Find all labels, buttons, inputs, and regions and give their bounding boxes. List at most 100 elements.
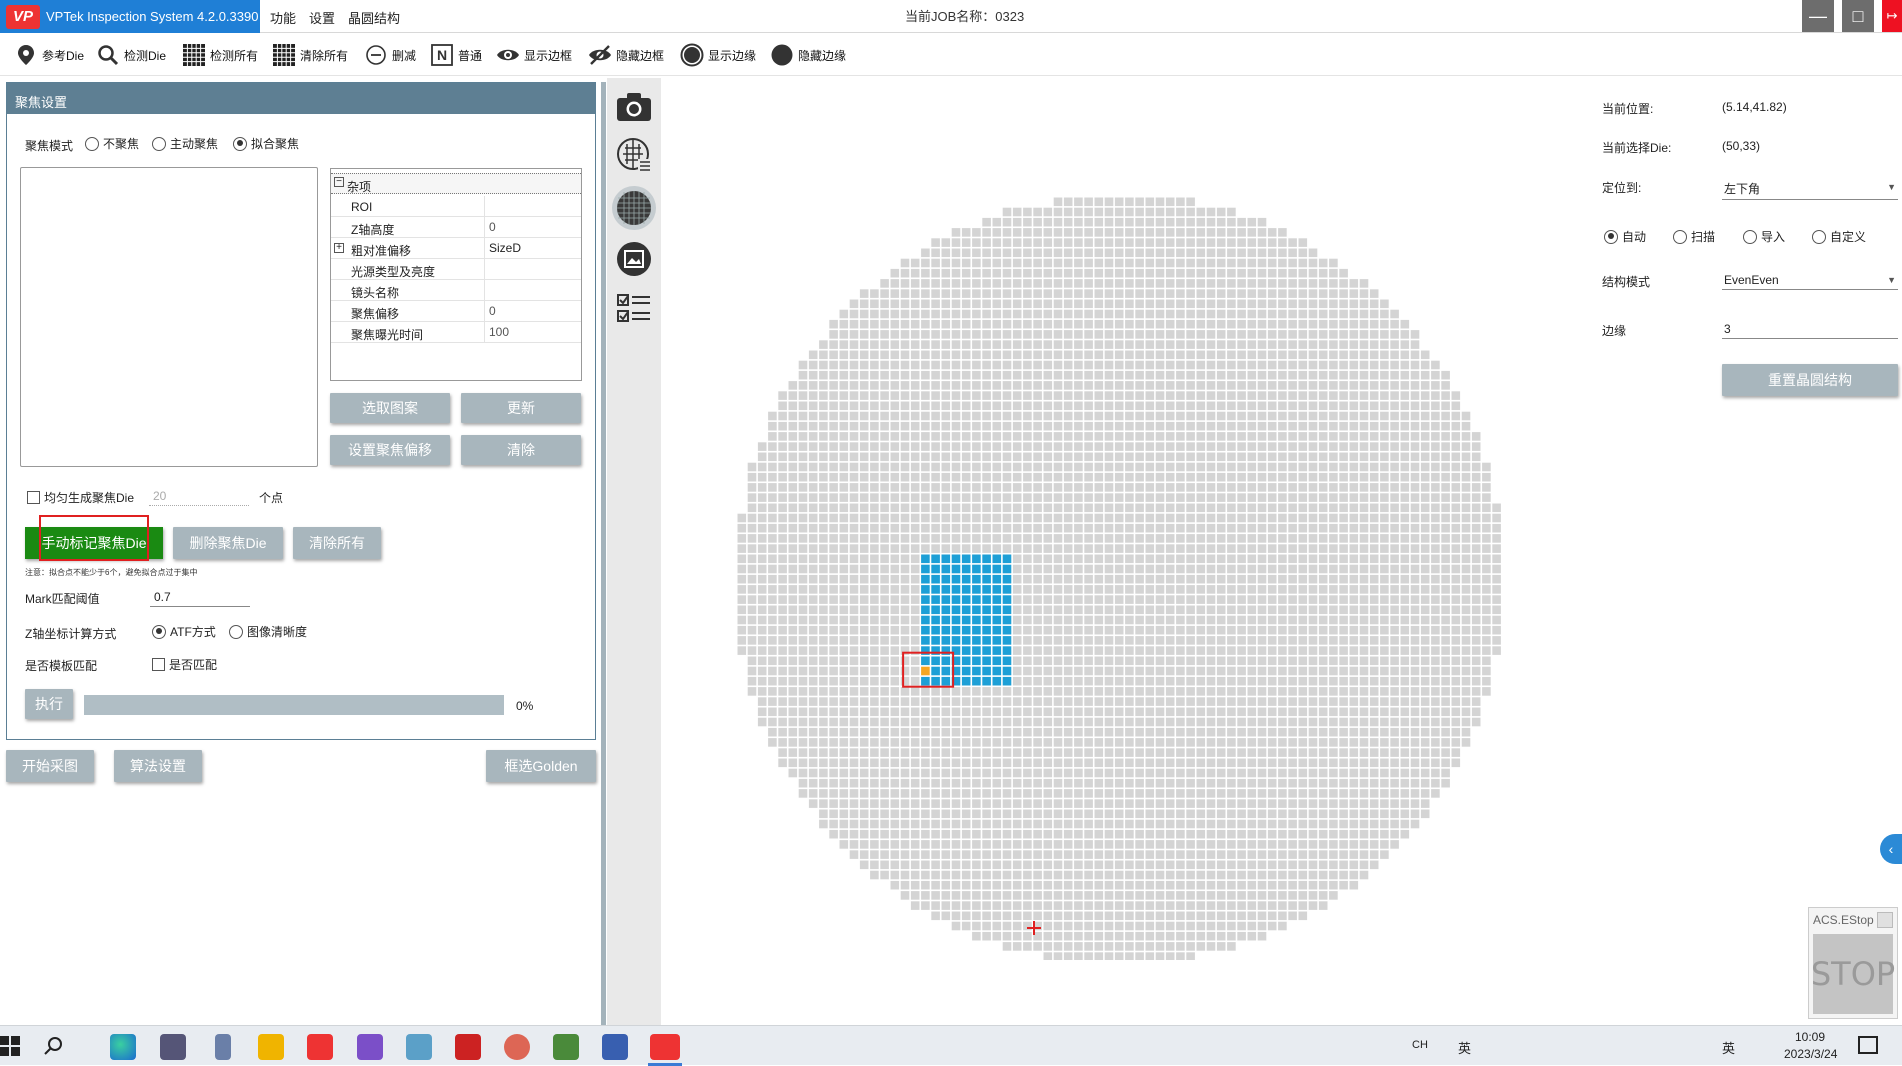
die[interactable] <box>951 819 961 829</box>
die[interactable] <box>910 860 920 870</box>
die[interactable] <box>849 381 859 390</box>
die[interactable] <box>870 370 879 380</box>
die[interactable] <box>778 574 787 584</box>
die[interactable] <box>1155 738 1165 747</box>
die[interactable] <box>880 809 889 819</box>
die[interactable] <box>1196 870 1206 880</box>
die[interactable] <box>1063 829 1073 839</box>
die[interactable] <box>931 238 940 247</box>
die[interactable] <box>1114 268 1124 278</box>
die[interactable] <box>1390 574 1399 584</box>
die[interactable] <box>1012 636 1022 645</box>
die[interactable] <box>931 799 940 808</box>
die[interactable] <box>1247 564 1257 574</box>
die[interactable] <box>1308 493 1318 502</box>
die[interactable] <box>870 564 879 574</box>
die[interactable] <box>808 666 818 676</box>
die[interactable] <box>1227 554 1236 564</box>
die[interactable] <box>1400 799 1410 808</box>
die[interactable] <box>1288 615 1297 625</box>
die[interactable] <box>870 697 879 706</box>
die[interactable] <box>768 738 777 747</box>
die[interactable] <box>1033 707 1042 717</box>
die[interactable] <box>839 350 849 360</box>
die[interactable] <box>1135 381 1144 390</box>
die[interactable] <box>829 799 838 808</box>
die[interactable] <box>829 789 838 798</box>
die[interactable] <box>1257 727 1267 737</box>
die[interactable] <box>972 493 981 502</box>
die[interactable] <box>870 585 879 594</box>
die[interactable] <box>1339 452 1348 462</box>
die[interactable] <box>1400 707 1410 717</box>
die[interactable] <box>1145 901 1155 910</box>
die[interactable] <box>921 901 930 910</box>
die[interactable] <box>1380 564 1389 574</box>
die[interactable] <box>1114 748 1124 757</box>
die[interactable] <box>1318 860 1328 870</box>
die[interactable] <box>982 279 991 288</box>
die[interactable] <box>808 615 818 625</box>
die[interactable] <box>1176 799 1185 808</box>
die[interactable] <box>1380 319 1389 329</box>
die[interactable] <box>982 768 991 778</box>
die[interactable] <box>1267 921 1277 931</box>
die[interactable] <box>982 707 991 717</box>
die[interactable] <box>1420 768 1430 778</box>
die[interactable] <box>941 421 951 431</box>
die[interactable] <box>829 585 838 594</box>
die[interactable] <box>1196 697 1206 706</box>
template-match-checkbox[interactable]: 是否匹配 <box>152 656 217 673</box>
die[interactable] <box>1196 636 1206 645</box>
die[interactable] <box>1125 299 1134 309</box>
die[interactable] <box>819 462 828 472</box>
die[interactable] <box>1002 268 1012 278</box>
die[interactable] <box>1288 248 1297 258</box>
die[interactable] <box>910 748 920 757</box>
die[interactable] <box>1063 391 1073 400</box>
die[interactable] <box>1267 799 1277 808</box>
die[interactable] <box>1012 319 1022 329</box>
die-focus[interactable] <box>931 656 940 666</box>
die[interactable] <box>921 789 930 798</box>
die[interactable] <box>1237 391 1246 400</box>
die[interactable] <box>1063 513 1073 523</box>
die[interactable] <box>900 585 910 594</box>
die[interactable] <box>1002 880 1012 890</box>
die[interactable] <box>921 891 930 900</box>
die[interactable] <box>921 850 930 859</box>
die[interactable] <box>1176 207 1185 217</box>
die[interactable] <box>1308 268 1318 278</box>
die[interactable] <box>951 268 961 278</box>
die[interactable] <box>1349 503 1359 513</box>
die[interactable] <box>1186 432 1195 441</box>
die[interactable] <box>1349 534 1359 543</box>
die[interactable] <box>1084 442 1093 451</box>
die[interactable] <box>1002 727 1012 737</box>
die[interactable] <box>1135 911 1144 921</box>
die[interactable] <box>1176 401 1185 411</box>
die[interactable] <box>1063 789 1073 798</box>
die[interactable] <box>1135 636 1144 645</box>
die[interactable] <box>1257 411 1267 421</box>
die[interactable] <box>941 727 951 737</box>
die[interactable] <box>1176 942 1185 951</box>
die[interactable] <box>1002 289 1012 298</box>
die[interactable] <box>1012 697 1022 706</box>
die[interactable] <box>1278 411 1287 421</box>
die[interactable] <box>1155 829 1165 839</box>
die[interactable] <box>819 738 828 747</box>
die[interactable] <box>890 717 900 727</box>
die[interactable] <box>1043 829 1053 839</box>
die[interactable] <box>1012 758 1022 768</box>
die[interactable] <box>1196 707 1206 717</box>
die[interactable] <box>1063 238 1073 247</box>
die[interactable] <box>1359 840 1369 849</box>
die[interactable] <box>1420 421 1430 431</box>
uniform-count-input[interactable]: 20 <box>149 487 249 506</box>
die[interactable] <box>1308 564 1318 574</box>
die[interactable] <box>951 860 961 870</box>
die[interactable] <box>1176 564 1185 574</box>
die[interactable] <box>1125 789 1134 798</box>
die[interactable] <box>1318 544 1328 553</box>
